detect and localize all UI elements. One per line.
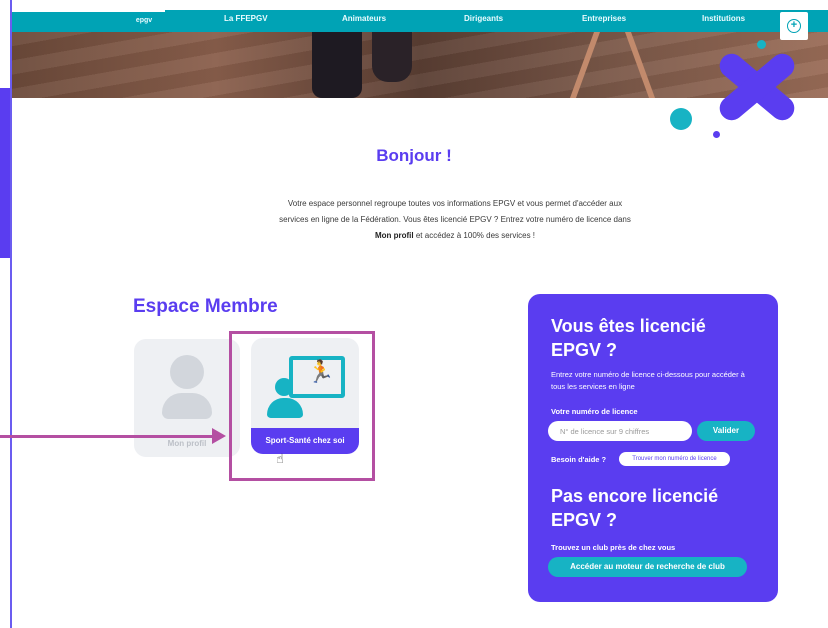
user-icon <box>170 355 204 389</box>
pas-licencie-title: Pas encore licencié EPGV ? <box>551 486 719 530</box>
nav-item-dirigeants[interactable]: Dirigeants <box>464 11 503 27</box>
licencie-description: Entrez votre numéro de licence ci-dessou… <box>551 370 745 391</box>
overlay-left-border <box>10 0 12 628</box>
hero-figure-leg <box>372 32 412 82</box>
espace-membre-title: Espace Membre <box>133 296 278 317</box>
licencie-title: Vous êtes licencié EPGV ? <box>551 316 706 360</box>
licence-label: Votre numéro de licence <box>551 407 638 416</box>
hero-figure-leg <box>312 32 362 98</box>
arrow-head-icon <box>212 428 226 444</box>
decorative-dot <box>713 131 720 138</box>
nav-add-button[interactable]: + <box>780 12 808 40</box>
epgv-logo[interactable]: epgv <box>132 12 156 30</box>
decorative-dot <box>757 40 766 49</box>
plus-circle-icon: + <box>787 19 801 33</box>
nav-item-animateurs[interactable]: Animateurs <box>342 11 386 27</box>
annotation-arrow <box>0 435 214 438</box>
greeting-title: Bonjour ! <box>376 146 452 165</box>
licence-panel: Vous êtes licencié EPGV ? Entrez votre n… <box>528 294 778 602</box>
decorative-dot <box>670 108 692 130</box>
licence-number-input[interactable] <box>548 421 692 441</box>
overlay-top-strip <box>0 0 165 12</box>
nav-item-entreprises[interactable]: Entreprises <box>582 11 626 27</box>
hand-cursor-icon: ☝ <box>276 451 284 466</box>
mon-profil-emphasis: Mon profil <box>374 231 414 240</box>
top-navbar: epgv La FFEPGV Animateurs Dirigeants Ent… <box>12 10 828 40</box>
club-label: Trouvez un club près de chez vous <box>551 543 676 552</box>
recherche-club-button[interactable]: Accéder au moteur de recherche de club <box>548 557 747 577</box>
besoin-aide-label: Besoin d'aide ? <box>551 455 607 464</box>
nav-item-ffepgv[interactable]: La FFEPGV <box>224 11 268 27</box>
trouver-licence-link[interactable]: Trouver mon numéro de licence <box>619 452 730 466</box>
valider-button[interactable]: Valider <box>697 421 755 441</box>
hero-image <box>12 32 828 98</box>
nav-item-institutions[interactable]: Institutions <box>702 11 745 27</box>
intro-text: Votre espace personnel regroupe toutes v… <box>279 199 631 240</box>
highlight-box <box>229 331 375 481</box>
